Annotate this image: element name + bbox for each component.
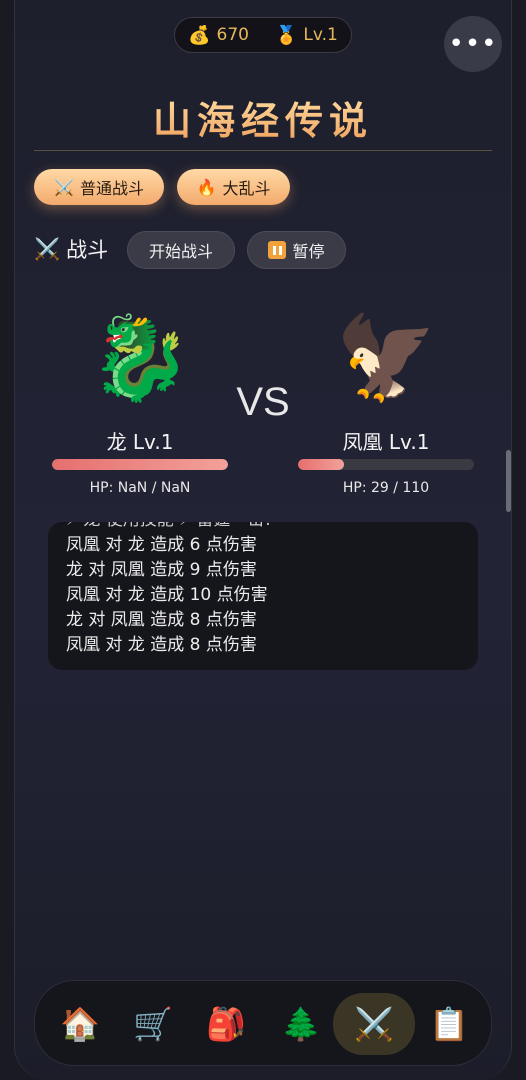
swords-icon: ⚔️	[354, 1005, 394, 1043]
tree-icon: 🌲	[281, 1005, 321, 1043]
log-line: 龙 对 凤凰 造成 9 点伤害	[66, 560, 257, 580]
more-icon: •••	[448, 29, 498, 59]
nav-bag[interactable]: 🎒	[185, 993, 267, 1055]
house-icon: 🏠	[60, 1005, 100, 1043]
left-fighter-name: 龙 Lv.1	[106, 430, 174, 454]
medal-icon: 🏅	[275, 24, 298, 46]
pause-icon	[268, 241, 287, 259]
backpack-icon: 🎒	[206, 1005, 246, 1043]
fire-icon: 🔥	[196, 177, 217, 197]
scrollbar-thumb[interactable]	[506, 450, 511, 512]
nav-battle[interactable]: ⚔️	[333, 993, 415, 1055]
eagle-icon: 🦅	[334, 311, 438, 406]
start-label: 开始战斗	[148, 242, 213, 261]
log-line: ⚡ 龙 使用技能 ⚡ 雷霆一击!	[66, 522, 460, 533]
money-bag-icon: 💰	[188, 24, 211, 46]
left-hp-fill	[52, 459, 228, 470]
battle-label-text: 战斗	[66, 238, 109, 262]
nav-shop[interactable]: 🛒	[112, 993, 194, 1055]
cart-icon: 🛒	[133, 1005, 173, 1043]
left-hp-text: HP: NaN / NaN	[89, 480, 191, 496]
nav-explore[interactable]: 🌲	[260, 993, 342, 1055]
bottom-nav: 🏠 🛒 🎒 🌲 ⚔️ 📋	[34, 980, 492, 1066]
left-hp-bar	[52, 459, 228, 470]
right-hp-text: HP: 29 / 110	[342, 480, 430, 496]
level-value: Lv.1	[303, 25, 338, 45]
clipboard-icon: 📋	[429, 1005, 469, 1043]
swords-icon: ⚔️	[54, 177, 74, 197]
more-options-button[interactable]: •••	[444, 16, 502, 72]
start-battle-button[interactable]: 开始战斗	[127, 231, 235, 269]
status-pill: 💰 670 🏅 Lv.1	[174, 17, 352, 53]
page-title: 山海经传说	[0, 90, 526, 145]
pause-label: 暂停	[292, 242, 325, 261]
dragon-icon: 🐉	[88, 311, 192, 406]
gold-stat: 💰 670	[188, 25, 249, 46]
battle-log[interactable]: ⚡ 龙 使用技能 ⚡ 雷霆一击! 凤凰 对 龙 造成 6 点伤害 龙 对 凤凰 …	[48, 522, 478, 670]
nav-tasks[interactable]: 📋	[408, 993, 490, 1055]
swords-icon: ⚔️	[34, 236, 61, 261]
log-line: 凤凰 对 龙 造成 8 点伤害	[66, 635, 257, 655]
right-hp-bar	[298, 459, 474, 470]
gold-value: 670	[216, 25, 249, 45]
right-fighter-name: 凤凰 Lv.1	[342, 430, 430, 454]
brawl-mode-button[interactable]: 🔥 大乱斗	[177, 169, 290, 205]
log-line: 龙 对 凤凰 造成 8 点伤害	[66, 610, 257, 630]
nav-home[interactable]: 🏠	[39, 993, 121, 1055]
log-line: 凤凰 对 龙 造成 10 点伤害	[66, 585, 268, 605]
mode-label: 大乱斗	[222, 179, 271, 198]
battle-section-label: ⚔️ 战斗	[34, 234, 108, 264]
log-line: 凤凰 对 龙 造成 6 点伤害	[66, 535, 257, 555]
vs-label: VS	[236, 380, 290, 424]
right-hp-fill	[298, 459, 345, 470]
title-divider	[34, 150, 492, 151]
pause-button[interactable]: 暂停	[247, 231, 346, 269]
mode-label: 普通战斗	[79, 179, 144, 198]
normal-battle-mode-button[interactable]: ⚔️ 普通战斗	[34, 169, 164, 205]
level-stat: 🏅 Lv.1	[275, 25, 338, 46]
